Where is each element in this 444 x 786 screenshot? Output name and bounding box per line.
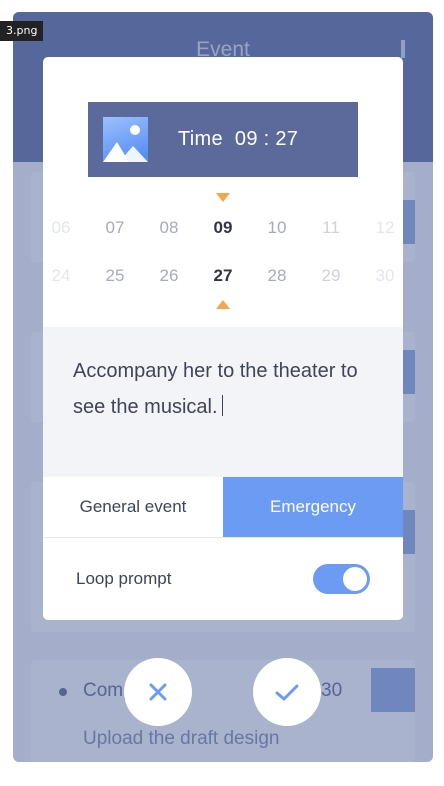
minute-option[interactable]: 26 (151, 261, 187, 291)
general-event-button[interactable]: General event (43, 477, 223, 537)
hour-option-selected[interactable]: 09 (205, 213, 241, 243)
minute-option[interactable]: 28 (259, 261, 295, 291)
note-textarea[interactable]: Accompany her to the theater to see the … (43, 327, 403, 477)
hour-option[interactable]: 12 (367, 213, 403, 243)
file-name-tag: 3.png (0, 21, 44, 41)
toggle-knob (343, 567, 367, 591)
hour-picker[interactable]: 06 07 08 09 10 11 12 (43, 213, 403, 243)
selection-marker-down-icon (216, 193, 230, 202)
time-label: Time (178, 128, 223, 150)
hour-option[interactable]: 08 (151, 213, 187, 243)
minute-option[interactable]: 24 (43, 261, 79, 291)
minute-option[interactable]: 30 (367, 261, 403, 291)
time-banner: Time 09 : 27 (88, 102, 358, 177)
minute-option-selected[interactable]: 27 (205, 261, 241, 291)
hour-option[interactable]: 06 (43, 213, 79, 243)
time-display: Time 09 : 27 (178, 102, 298, 177)
close-icon (149, 683, 167, 701)
minute-option[interactable]: 25 (97, 261, 133, 291)
selection-marker-up-icon (216, 300, 230, 309)
cancel-button[interactable] (124, 658, 192, 726)
loop-prompt-toggle[interactable] (313, 564, 370, 594)
note-content: Accompany her to the theater to see the … (73, 360, 358, 418)
event-type-selector: General event Emergency (43, 477, 403, 538)
hour-option[interactable]: 07 (97, 213, 133, 243)
note-text[interactable]: Accompany her to the theater to see the … (73, 353, 373, 425)
image-icon (103, 117, 148, 162)
hour-option[interactable]: 11 (313, 213, 349, 243)
loop-prompt-label: Loop prompt (76, 569, 172, 588)
check-icon (275, 684, 299, 701)
loop-prompt-row: Loop prompt (43, 538, 403, 620)
minute-option[interactable]: 29 (313, 261, 349, 291)
emergency-button[interactable]: Emergency (223, 477, 403, 537)
confirm-button[interactable] (253, 658, 321, 726)
hour-option[interactable]: 10 (259, 213, 295, 243)
event-modal: Time 09 : 27 06 07 08 09 10 11 12 24 25 2… (43, 57, 403, 620)
minute-picker[interactable]: 24 25 26 27 28 29 30 (43, 261, 403, 291)
time-value: 09 : 27 (234, 128, 299, 150)
text-cursor (221, 395, 224, 416)
